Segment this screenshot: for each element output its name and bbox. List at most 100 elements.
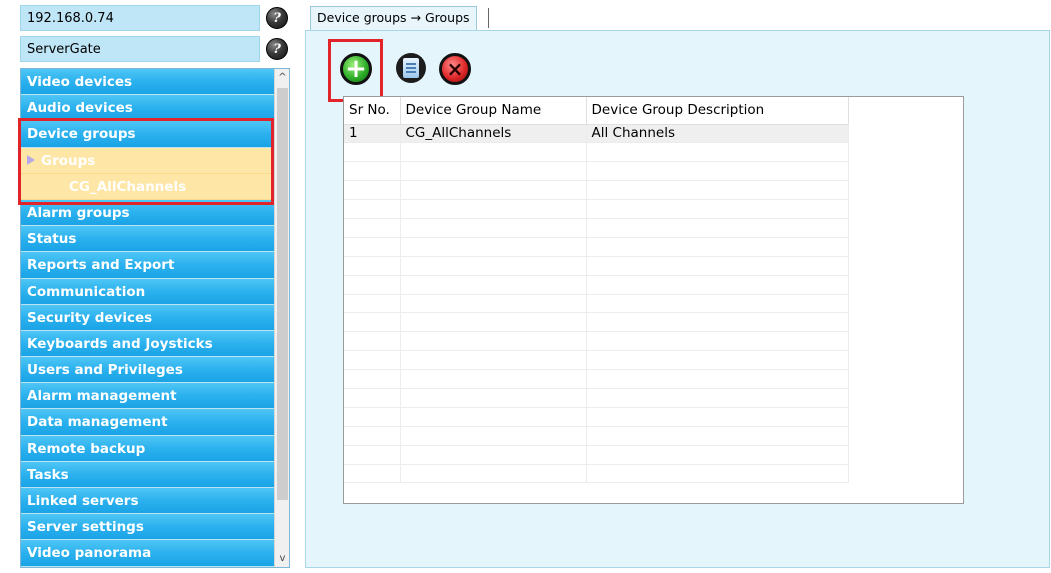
nav-item-server-settings[interactable]: Server settings <box>21 514 275 541</box>
empty-cell <box>344 256 401 276</box>
empty-cell <box>344 331 401 352</box>
scroll-up-icon[interactable]: ^ <box>275 69 289 86</box>
column-header-device-group-description[interactable]: Device Group Description <box>586 97 849 125</box>
cell-sr-no: 1 <box>344 124 401 144</box>
empty-cell <box>400 161 587 182</box>
highlight-box-add-button <box>328 39 383 102</box>
cell-device-group-description: All Channels <box>586 124 849 144</box>
main-panel: Device groups → Groups + × Sr No. Device… <box>305 0 1051 573</box>
nav-item-reports-and-export[interactable]: Reports and Export <box>21 252 275 279</box>
empty-cell <box>344 407 401 427</box>
empty-cell <box>586 218 849 238</box>
empty-cell <box>400 350 587 371</box>
empty-cell <box>400 180 587 201</box>
tab-separator <box>488 8 489 28</box>
nav-item-security-devices[interactable]: Security devices <box>21 304 275 331</box>
empty-cell <box>400 275 587 295</box>
empty-cell <box>344 180 401 201</box>
empty-cell <box>344 350 401 371</box>
empty-cell <box>344 275 401 295</box>
empty-cell <box>400 199 587 219</box>
table-row[interactable]: 1 CG_AllChannels All Channels <box>344 124 849 144</box>
left-panel: 192.168.0.74 ? ServerGate ? Video device… <box>0 0 300 573</box>
nav-item-linked-servers[interactable]: Linked servers <box>21 488 275 515</box>
empty-cell <box>586 445 849 465</box>
empty-cell <box>400 142 587 163</box>
empty-cell <box>344 199 401 219</box>
empty-table-row <box>344 294 849 314</box>
empty-cell <box>344 388 401 408</box>
nav-item-remote-backup[interactable]: Remote backup <box>21 435 275 462</box>
empty-cell <box>344 312 401 333</box>
help-icon[interactable]: ? <box>266 7 288 29</box>
delete-icon[interactable]: × <box>439 53 471 85</box>
content-area: + × Sr No. Device Group Name Device Grou… <box>305 30 1050 568</box>
table-header-row: Sr No. Device Group Name Device Group De… <box>344 97 849 125</box>
empty-cell <box>400 237 587 257</box>
empty-cell <box>586 237 849 257</box>
empty-table-row <box>344 161 849 182</box>
scroll-down-icon[interactable]: v <box>275 550 289 567</box>
empty-cell <box>586 464 849 484</box>
empty-cell <box>344 294 401 314</box>
empty-cell <box>586 142 849 163</box>
empty-table-row <box>344 199 849 219</box>
edit-icon[interactable] <box>396 53 426 83</box>
highlight-box-device-groups <box>18 118 274 205</box>
empty-cell <box>400 445 587 465</box>
empty-cell <box>400 218 587 238</box>
empty-cell <box>586 180 849 201</box>
empty-cell <box>586 294 849 314</box>
empty-cell <box>400 407 587 427</box>
cell-device-group-name: CG_AllChannels <box>400 124 587 144</box>
nav-item-status[interactable]: Status <box>21 226 275 253</box>
empty-table-row <box>344 331 849 352</box>
empty-cell <box>344 142 401 163</box>
empty-cell <box>586 312 849 333</box>
empty-table-row <box>344 426 849 446</box>
nav-item-video-panorama[interactable]: Video panorama <box>21 540 275 567</box>
empty-table-row <box>344 218 849 238</box>
nav-item-tasks[interactable]: Tasks <box>21 461 275 488</box>
empty-cell <box>400 388 587 408</box>
column-header-sr-no[interactable]: Sr No. <box>344 97 401 125</box>
empty-table-row <box>344 369 849 389</box>
empty-table-row <box>344 445 849 465</box>
nav-item-keyboards-and-joysticks[interactable]: Keyboards and Joysticks <box>21 330 275 358</box>
empty-cell <box>586 426 849 446</box>
empty-table-row <box>344 256 849 276</box>
nav-scrollbar[interactable]: ^ v <box>274 69 289 567</box>
empty-cell <box>400 369 587 389</box>
empty-table-row <box>344 180 849 201</box>
nav-item-alarm-management[interactable]: Alarm management <box>21 383 275 410</box>
empty-cell <box>586 369 849 389</box>
empty-cell <box>586 161 849 182</box>
empty-cell <box>344 445 401 465</box>
empty-cell <box>586 388 849 408</box>
nav-item-users-and-privileges[interactable]: Users and Privileges <box>21 357 275 384</box>
empty-cell <box>586 199 849 219</box>
empty-cell <box>586 407 849 427</box>
empty-cell <box>586 331 849 352</box>
column-header-device-group-name[interactable]: Device Group Name <box>400 97 587 125</box>
empty-table-row <box>344 312 849 333</box>
empty-table-row <box>344 350 849 371</box>
empty-cell <box>344 161 401 182</box>
empty-table-row <box>344 237 849 257</box>
nav-item-data-management[interactable]: Data management <box>21 409 275 436</box>
empty-cell <box>400 312 587 333</box>
nav-item-communication[interactable]: Communication <box>21 278 275 305</box>
empty-table-row <box>344 407 849 427</box>
empty-table-row <box>344 388 849 408</box>
tab-device-groups-groups[interactable]: Device groups → Groups <box>310 6 477 30</box>
nav-item-video-devices[interactable]: Video devices <box>21 69 275 96</box>
empty-cell <box>344 426 401 446</box>
server-address: 192.168.0.74 <box>20 5 260 31</box>
empty-table-row <box>344 464 849 484</box>
scroll-thumb[interactable] <box>277 88 288 500</box>
empty-table-row <box>344 275 849 295</box>
empty-cell <box>400 426 587 446</box>
help-icon[interactable]: ? <box>266 38 288 60</box>
empty-cell <box>586 275 849 295</box>
empty-cell <box>400 464 587 484</box>
